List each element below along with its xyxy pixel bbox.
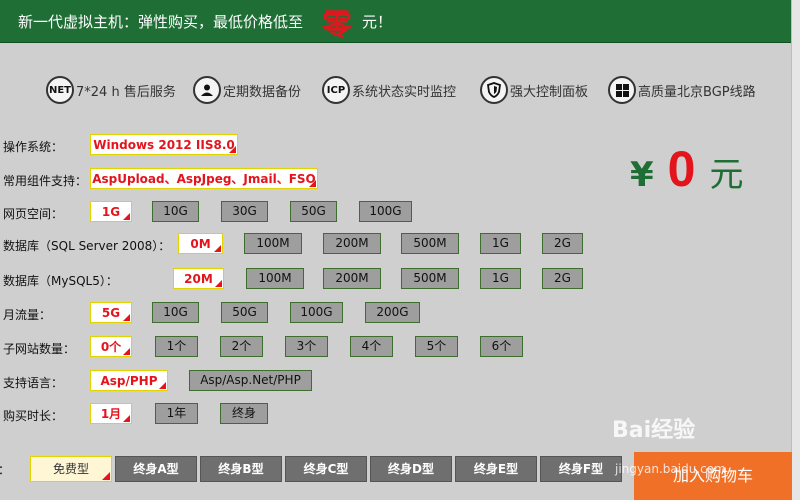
price-currency: ¥ [630,155,654,195]
icp-icon: ICP [322,76,350,104]
subsites-label: 子网站数量： [3,342,76,356]
feature-label: 高质量北京BGP线路 [638,84,756,100]
plan-lifetime-d[interactable]: 终身D型 [370,456,452,482]
feature-monitor: ICP 系统状态实时监控 [322,75,456,105]
components-select[interactable]: AspUpload、AspJpeg、Jmail、FSO [90,168,318,189]
language-select[interactable]: Asp/PHP [90,370,168,391]
sqlserver-label: 数据库（SQL Server 2008）： [3,239,171,253]
feature-bgp: 高质量北京BGP线路 [608,75,756,105]
row-language: 支持语言： Asp/PHP Asp/Asp.Net/PHP [0,370,600,394]
mysql-option-200m[interactable]: 200M [323,268,381,289]
language-option-asp-net-php[interactable]: Asp/Asp.Net/PHP [189,370,312,391]
duration-label: 购买时长： [3,409,64,423]
duration-option-1-year[interactable]: 1年 [155,403,198,424]
row-subsites: 子网站数量： 0个 1个 2个 3个 4个 5个 6个 [0,336,600,360]
mysql-option-2g[interactable]: 2G [542,268,583,289]
mysql-option-100m[interactable]: 100M [246,268,304,289]
row-duration: 购买时长： 1月 1年 终身 [0,403,600,427]
price-unit: 元 [709,155,744,195]
feature-label: 强大控制面板 [510,84,589,100]
feature-backup: 定期数据备份 [193,75,301,105]
feature-label: 系统状态实时监控 [352,84,457,100]
net-icon: NET [46,76,74,104]
space-option-10g[interactable]: 10G [152,201,199,222]
subsites-option-2[interactable]: 2个 [220,336,263,357]
mysql-select[interactable]: 20M [173,268,224,289]
subsites-option-5[interactable]: 5个 [415,336,458,357]
feature-service: NET 7*24 h 售后服务 [46,75,176,105]
traffic-select[interactable]: 5G [90,302,132,323]
sqlserver-option-200m[interactable]: 200M [323,233,381,254]
traffic-option-10g[interactable]: 10G [152,302,199,323]
duration-option-lifetime[interactable]: 终身 [220,403,268,424]
row-os: 操作系统： Windows 2012 IIS8.0 [0,134,600,158]
windows-icon [608,76,636,104]
space-option-50g[interactable]: 50G [290,201,337,222]
plan-free[interactable]: 免费型 [30,456,112,482]
baidu-watermark: Bai经验 [612,418,696,443]
os-label: 操作系统： [3,140,64,154]
scrollbar[interactable] [791,0,800,500]
row-mysql: 数据库（MySQL5）： 20M 100M 200M 500M 1G 2G [0,268,600,292]
feature-label: 7*24 h 售后服务 [76,84,176,100]
plan-bar: 型： 免费型 终身A型 终身B型 终身C型 终身D型 终身E型 终身F型 加入购… [0,452,800,500]
components-label: 常用组件支持： [3,174,88,188]
plan-lifetime-e[interactable]: 终身E型 [455,456,537,482]
price-value: 0 [667,141,696,197]
space-option-30g[interactable]: 30G [221,201,268,222]
row-sqlserver: 数据库（SQL Server 2008）： 0M 100M 200M 500M … [0,233,600,257]
feature-panel: 强大控制面板 [480,75,588,105]
mysql-option-500m[interactable]: 500M [401,268,459,289]
subsites-select[interactable]: 0个 [90,336,132,357]
space-option-100g[interactable]: 100G [359,201,412,222]
plan-prefix: 型： [0,461,10,478]
subsites-option-3[interactable]: 3个 [285,336,328,357]
price-display: ¥ 0 元 [630,140,743,198]
traffic-option-100g[interactable]: 100G [290,302,343,323]
sqlserver-option-2g[interactable]: 2G [542,233,583,254]
banner-zero: 零 [322,8,352,43]
sqlserver-select[interactable]: 0M [178,233,223,254]
traffic-option-200g[interactable]: 200G [365,302,420,323]
subsites-option-1[interactable]: 1个 [155,336,198,357]
row-traffic: 月流量： 5G 10G 50G 100G 200G [0,302,600,326]
shield-icon [480,76,508,104]
subsites-option-4[interactable]: 4个 [350,336,393,357]
subsites-option-6[interactable]: 6个 [480,336,523,357]
sqlserver-option-500m[interactable]: 500M [401,233,459,254]
user-icon [193,76,221,104]
traffic-option-50g[interactable]: 50G [221,302,268,323]
sqlserver-option-100m[interactable]: 100M [244,233,302,254]
plan-lifetime-f[interactable]: 终身F型 [540,456,622,482]
mysql-option-1g[interactable]: 1G [480,268,521,289]
add-to-cart-button[interactable]: 加入购物车 [634,452,792,500]
baidu-watermark-url: jingyan.baidu.com [615,462,726,476]
promo-banner: 新一代虚拟主机：弹性购买，最低价格低至 零 元！ [0,0,792,43]
row-components: 常用组件支持： AspUpload、AspJpeg、Jmail、FSO [0,168,600,192]
language-label: 支持语言： [3,376,64,390]
row-space: 网页空间： 1G 10G 30G 50G 100G [0,201,600,225]
feature-label: 定期数据备份 [223,84,302,100]
mysql-label: 数据库（MySQL5）： [3,274,118,288]
space-select[interactable]: 1G [90,201,132,222]
duration-select[interactable]: 1月 [90,403,132,424]
os-select[interactable]: Windows 2012 IIS8.0 [90,134,238,155]
space-label: 网页空间： [3,207,64,221]
plan-lifetime-c[interactable]: 终身C型 [285,456,367,482]
banner-yuan: 元！ [362,13,393,31]
traffic-label: 月流量： [3,308,52,322]
plan-lifetime-b[interactable]: 终身B型 [200,456,282,482]
sqlserver-option-1g[interactable]: 1G [480,233,521,254]
plan-lifetime-a[interactable]: 终身A型 [115,456,197,482]
banner-text: 新一代虚拟主机：弹性购买，最低价格低至 [18,13,304,31]
